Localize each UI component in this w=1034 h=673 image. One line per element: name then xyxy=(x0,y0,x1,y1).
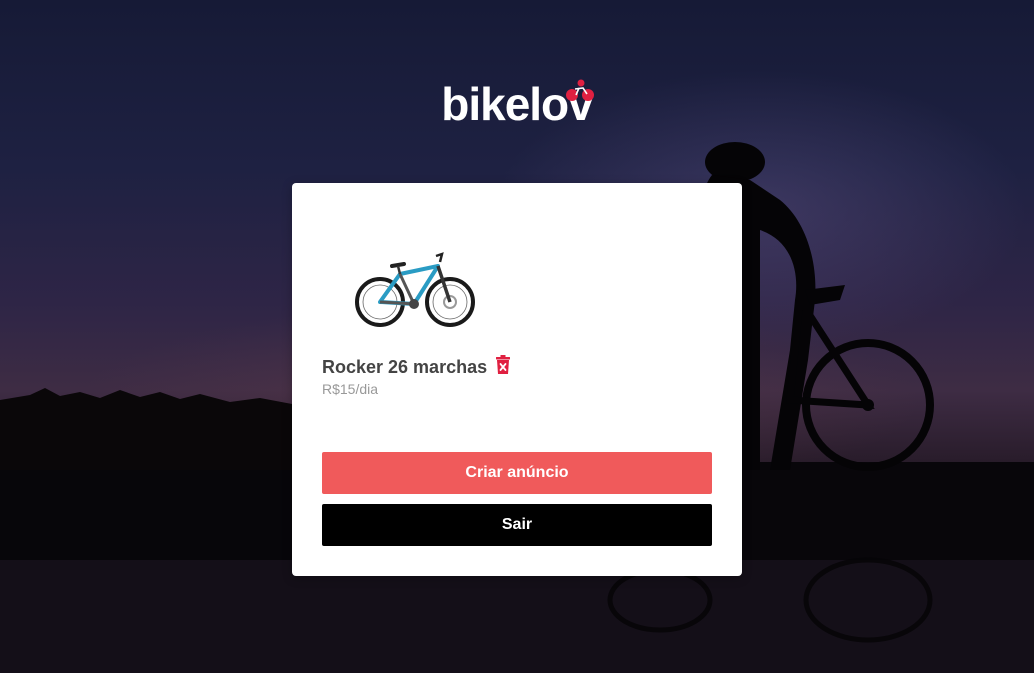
listing-price: R$15/dia xyxy=(322,381,379,397)
shore-silhouette xyxy=(0,470,292,560)
tree-line-silhouette xyxy=(0,388,292,470)
listing-name: Rocker 26 marchas xyxy=(322,357,488,377)
bike-rider-logo-icon xyxy=(565,79,594,101)
mountain-bike-image[interactable] xyxy=(352,244,478,332)
brand-logo: bikelov xyxy=(441,76,594,132)
logo-container: bikelov xyxy=(0,76,1034,132)
create-listing-button[interactable]: Criar anúncio xyxy=(322,452,712,494)
trash-icon[interactable] xyxy=(495,354,511,375)
listing-title-row: Rocker 26 marchas xyxy=(322,354,511,378)
logout-button[interactable]: Sair xyxy=(322,504,712,546)
water-reflection xyxy=(0,560,1034,673)
